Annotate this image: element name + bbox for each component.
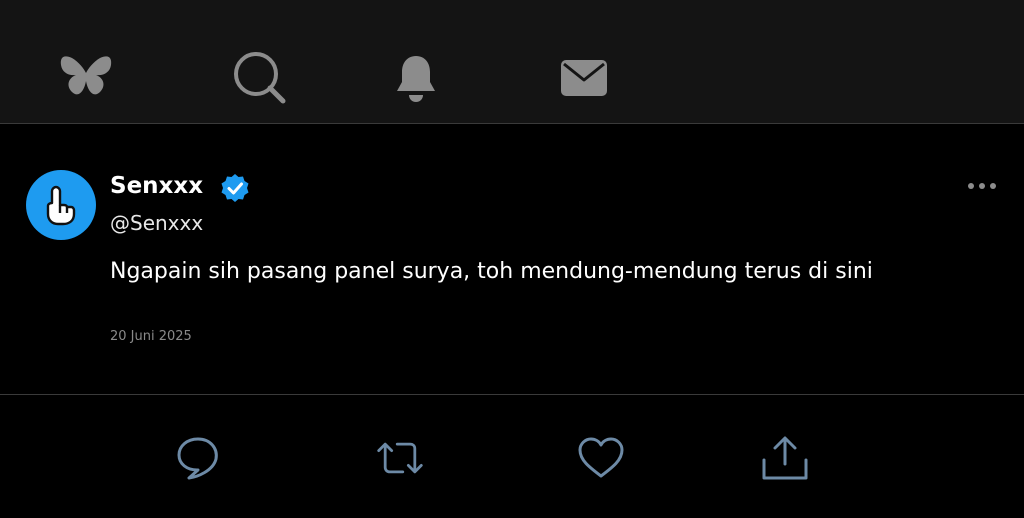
post-actions	[0, 395, 1024, 518]
pointing-hand-icon	[46, 185, 76, 226]
post-text: Ngapain sih pasang panel surya, toh mend…	[110, 259, 873, 284]
share-icon[interactable]	[760, 433, 810, 483]
post-date: 20 Juni 2025	[110, 329, 192, 344]
mail-icon[interactable]	[556, 50, 612, 106]
post: Senxxx @Senxxx Ngapain sih pasang panel …	[0, 124, 1024, 395]
display-name[interactable]: Senxxx	[110, 173, 203, 199]
avatar[interactable]	[26, 170, 96, 240]
search-icon[interactable]	[232, 50, 288, 106]
like-icon[interactable]	[576, 433, 626, 483]
bell-icon[interactable]	[388, 50, 444, 106]
repost-icon[interactable]	[375, 433, 425, 483]
handle[interactable]: @Senxxx	[110, 211, 203, 235]
butterfly-icon[interactable]	[58, 50, 114, 106]
top-nav-bar	[0, 0, 1024, 124]
more-options-icon[interactable]	[964, 174, 1000, 198]
verified-badge-icon	[221, 174, 249, 202]
reply-icon[interactable]	[173, 433, 223, 483]
